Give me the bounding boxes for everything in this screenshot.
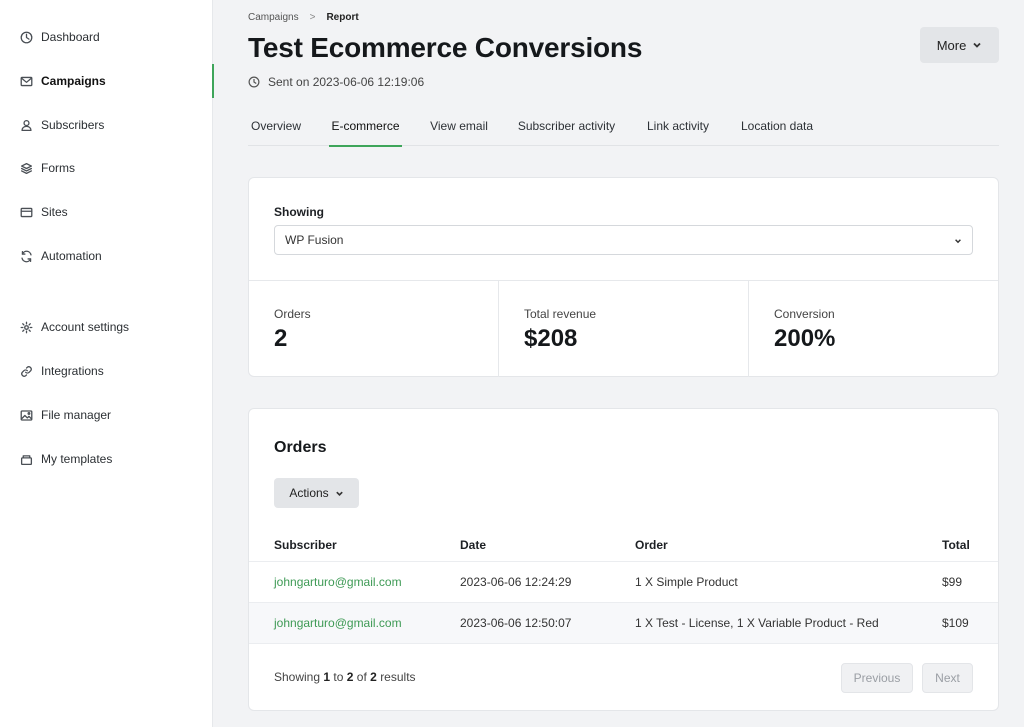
subscriber-email-link[interactable]: johngarturo@gmail.com	[274, 616, 402, 630]
results-of-word: of	[356, 670, 367, 684]
order-date: 2023-06-06 12:50:07	[460, 616, 572, 630]
sidebar-item-campaigns[interactable]: Campaigns	[0, 64, 214, 98]
clock-icon	[19, 30, 33, 44]
results-total: 2	[370, 670, 377, 684]
sidebar-item-sites[interactable]: Sites	[0, 195, 213, 229]
stat-value: $208	[524, 325, 578, 352]
table-row: johngarturo@gmail.com 2023-06-06 12:24:2…	[249, 561, 998, 602]
stat-total-revenue: Total revenue $208	[499, 281, 749, 377]
clock-icon	[248, 76, 260, 88]
sidebar-item-dashboard[interactable]: Dashboard	[0, 20, 213, 54]
breadcrumb-parent-link[interactable]: Campaigns	[248, 12, 299, 23]
tab-ecommerce[interactable]: E-commerce	[329, 105, 402, 147]
integration-select-value: WP Fusion	[285, 233, 344, 247]
results-to-word: to	[333, 670, 344, 684]
integration-select[interactable]: WP Fusion	[274, 225, 973, 255]
tab-view-email[interactable]: View email	[430, 105, 488, 146]
results-suffix: results	[380, 670, 416, 684]
sidebar-item-label: Subscribers	[41, 118, 105, 132]
sidebar-item-file-manager[interactable]: File manager	[0, 398, 213, 432]
chevron-down-icon	[955, 239, 961, 244]
ecommerce-summary-card: Showing WP Fusion Orders 2 Total revenue…	[248, 177, 999, 377]
tab-subscriber-activity[interactable]: Subscriber activity	[516, 105, 617, 146]
column-header-subscriber: Subscriber	[274, 538, 337, 552]
stat-label: Total revenue	[524, 307, 597, 321]
column-header-date: Date	[460, 538, 487, 552]
sidebar-item-label: Sites	[41, 205, 68, 219]
sidebar-item-label: Campaigns	[41, 74, 106, 88]
more-button[interactable]: More	[920, 27, 999, 63]
tab-overview[interactable]: Overview	[251, 105, 301, 146]
sidebar-item-label: Forms	[41, 161, 75, 175]
report-tabs: Overview E-commerce View email Subscribe…	[248, 105, 999, 147]
results-from: 1	[323, 670, 331, 684]
actions-button[interactable]: Actions	[274, 478, 359, 508]
user-icon	[19, 118, 33, 132]
order-items: 1 X Simple Product	[635, 575, 738, 589]
sidebar-item-subscribers[interactable]: Subscribers	[0, 108, 213, 142]
gear-icon	[19, 320, 33, 334]
pagination-footer: Showing 1 to 2 of 2 results Previous Nex…	[249, 643, 998, 711]
orders-title: Orders	[274, 439, 327, 456]
sidebar-item-label: My templates	[41, 452, 113, 466]
layers-icon	[19, 161, 33, 175]
sent-info: Sent on 2023-06-06 12:19:06	[248, 75, 424, 89]
mail-icon	[19, 74, 33, 88]
sidebar-item-automation[interactable]: Automation	[0, 239, 213, 273]
subscriber-email-link[interactable]: johngarturo@gmail.com	[274, 575, 402, 589]
sidebar-item-integrations[interactable]: Integrations	[0, 354, 213, 388]
sidebar-item-label: Dashboard	[41, 30, 100, 44]
column-header-order: Order	[635, 538, 668, 552]
chevron-down-icon	[335, 491, 343, 496]
refresh-icon	[19, 249, 33, 263]
showing-label: Showing	[274, 205, 324, 219]
next-page-button[interactable]: Next	[922, 663, 973, 693]
table-row: johngarturo@gmail.com 2023-06-06 12:50:0…	[249, 602, 998, 643]
stat-conversion: Conversion 200%	[749, 281, 998, 377]
orders-card: Orders Actions Subscriber Date Order Tot…	[248, 408, 999, 711]
order-total: $109	[942, 616, 969, 630]
browser-icon	[19, 205, 33, 219]
results-prefix: Showing	[274, 670, 321, 684]
order-date: 2023-06-06 12:24:29	[460, 575, 572, 589]
breadcrumb-current: Report	[326, 12, 359, 23]
results-summary: Showing 1 to 2 of 2 results	[274, 670, 416, 684]
stat-label: Conversion	[774, 307, 835, 321]
sidebar-item-label: File manager	[41, 408, 112, 422]
sidebar-item-account-settings[interactable]: Account settings	[0, 310, 213, 344]
order-items: 1 X Test - License, 1 X Variable Product…	[635, 616, 879, 630]
order-total: $99	[942, 575, 963, 589]
page-title: Test Ecommerce Conversions	[248, 32, 643, 63]
template-icon	[19, 452, 33, 466]
column-header-total: Total	[942, 538, 970, 552]
breadcrumb: Campaigns > Report	[248, 12, 359, 23]
main-content: Campaigns > Report Test Ecommerce Conver…	[213, 0, 1024, 727]
results-to: 2	[346, 670, 354, 684]
chevron-down-icon	[973, 42, 981, 48]
actions-button-label: Actions	[289, 486, 329, 500]
link-icon	[19, 364, 33, 378]
more-button-label: More	[936, 37, 967, 53]
image-icon	[19, 408, 33, 422]
sidebar: Dashboard Campaigns Subscribers Forms Si…	[0, 0, 214, 727]
stat-value: 2	[274, 325, 288, 352]
tab-location-data[interactable]: Location data	[739, 105, 815, 146]
sidebar-item-my-templates[interactable]: My templates	[0, 442, 213, 476]
sent-date: Sent on 2023-06-06 12:19:06	[268, 75, 425, 89]
sidebar-item-label: Integrations	[41, 364, 104, 378]
breadcrumb-separator-icon: >	[309, 12, 316, 23]
stat-label: Orders	[274, 307, 311, 321]
previous-page-button[interactable]: Previous	[841, 663, 913, 693]
sidebar-item-label: Automation	[41, 249, 102, 263]
tab-link-activity[interactable]: Link activity	[645, 105, 711, 146]
stats-row: Orders 2 Total revenue $208 Conversion 2…	[249, 280, 998, 377]
stat-value: 200%	[774, 325, 836, 352]
sidebar-item-label: Account settings	[41, 320, 130, 334]
stat-orders: Orders 2	[249, 281, 499, 377]
sidebar-item-forms[interactable]: Forms	[0, 151, 213, 185]
